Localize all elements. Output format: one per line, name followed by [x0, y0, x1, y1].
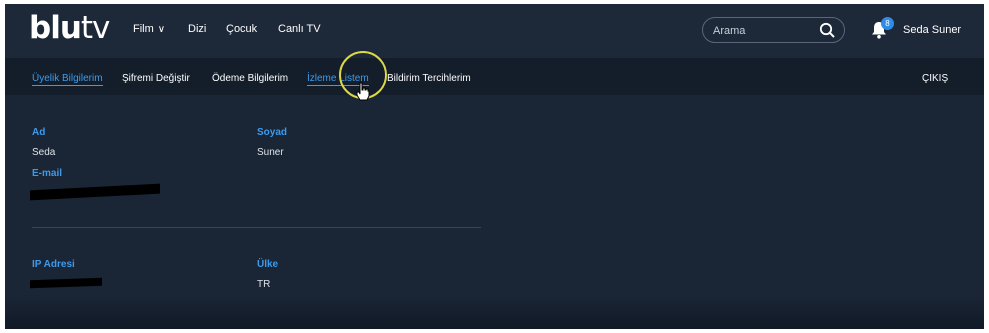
- country-label: Ülke: [257, 259, 279, 270]
- email-label: E-mail: [32, 168, 63, 179]
- tab-uyelik-bilgilerim[interactable]: Üyelik Bilgilerim: [32, 73, 103, 86]
- chevron-down-icon: ∨: [157, 24, 166, 35]
- country-value: TR: [257, 279, 271, 290]
- nav-film[interactable]: Film ∨: [133, 23, 165, 35]
- ip-address-label: IP Adresi: [32, 259, 75, 270]
- ip-address-redaction: [30, 277, 102, 289]
- last-name-value: Suner: [257, 147, 284, 158]
- tab-odeme-bilgilerim[interactable]: Ödeme Bilgilerim: [212, 73, 288, 84]
- user-name[interactable]: Seda Suner: [903, 24, 961, 36]
- account-subnav: Üyelik Bilgilerim Şifremi Değiştir Ödeme…: [5, 58, 984, 95]
- first-name-value: Seda: [32, 147, 56, 158]
- nav-cocuk[interactable]: Çocuk: [226, 23, 257, 35]
- section-divider: [32, 227, 481, 228]
- bottom-fade: [5, 294, 984, 329]
- blutv-logo[interactable]: blutv: [29, 10, 110, 46]
- last-name-label: Soyad: [257, 127, 288, 138]
- nav-film-label: Film: [133, 23, 154, 35]
- hand-pointer-icon: [356, 82, 370, 101]
- app-window: blutv Film∨ Dizi Çocuk Canlı TV 8 Seda S…: [5, 4, 984, 329]
- tab-bildirim-tercihlerim[interactable]: Bildirim Tercihlerim: [387, 73, 471, 84]
- tab-sifremi-degistir[interactable]: Şifremi Değiştir: [122, 73, 190, 84]
- top-header: blutv Film∨ Dizi Çocuk Canlı TV 8 Seda S…: [5, 4, 984, 58]
- notification-badge: 8: [881, 17, 894, 30]
- search-input[interactable]: [713, 23, 813, 38]
- nav-dizi[interactable]: Dizi: [188, 23, 206, 35]
- first-name-label: Ad: [32, 127, 46, 138]
- email-redaction: [30, 183, 160, 201]
- search-box[interactable]: [702, 17, 845, 43]
- nav-canli-tv[interactable]: Canlı TV: [278, 23, 321, 35]
- logout-button[interactable]: ÇIKIŞ: [922, 73, 948, 84]
- search-icon[interactable]: [819, 22, 836, 39]
